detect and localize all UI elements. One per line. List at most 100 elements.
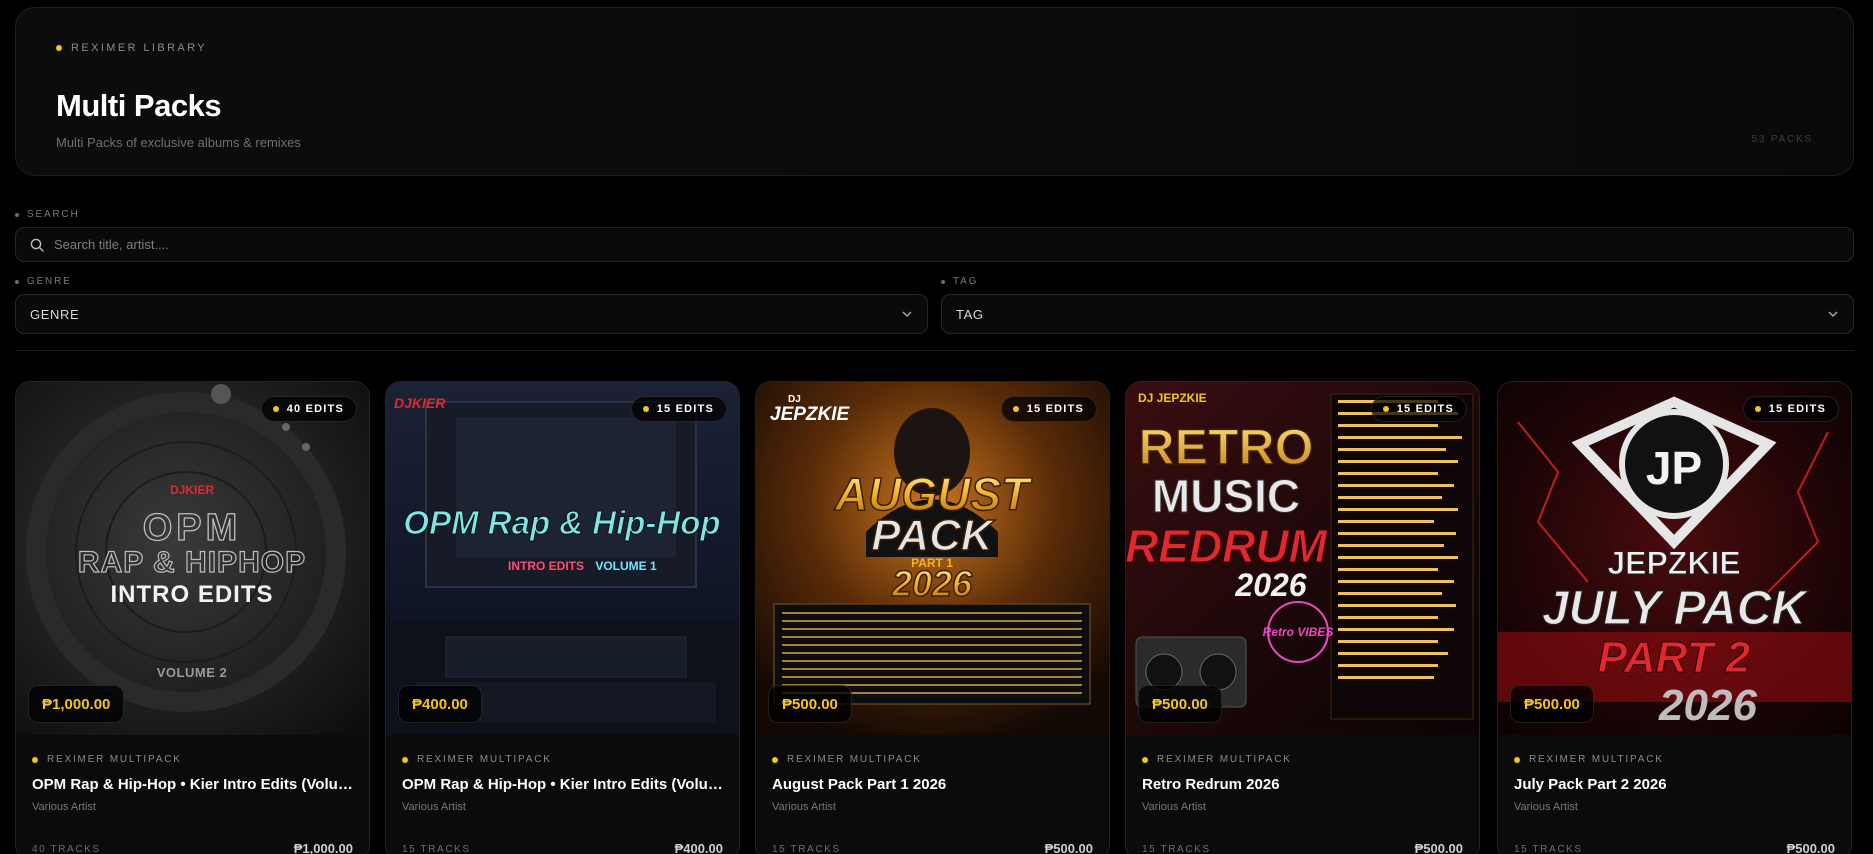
track-count: 15 TRACKS: [402, 844, 471, 854]
pack-cover-image: DJKIER OPM RAP & HIPHOP INTRO EDITS VOLU…: [16, 382, 369, 735]
pack-artist: Various Artist: [402, 801, 466, 813]
track-count: 40 TRACKS: [32, 844, 101, 854]
price-chip: ₱1,000.00: [28, 685, 125, 723]
track-count: 15 TRACKS: [1142, 844, 1211, 854]
card-eyebrow: REXIMER MULTIPACK: [32, 754, 182, 765]
page-header: REXIMER LIBRARY Multi Packs Multi Packs …: [15, 7, 1854, 176]
pack-artist: Various Artist: [772, 801, 836, 813]
genre-select-value: GENRE: [30, 306, 80, 322]
search-input[interactable]: [54, 237, 1853, 252]
edits-badge-label: 15 EDITS: [1396, 403, 1454, 415]
pack-title[interactable]: Retro Redrum 2026: [1142, 776, 1467, 793]
accent-dot-icon: [272, 406, 279, 412]
chevron-down-icon: [1828, 311, 1838, 317]
search-icon: [30, 238, 44, 252]
svg-text:2026: 2026: [1234, 567, 1306, 603]
genre-label-text: GENRE: [27, 276, 72, 287]
svg-text:JP: JP: [1646, 442, 1702, 494]
pack-title[interactable]: August Pack Part 1 2026: [772, 776, 1097, 793]
svg-text:INTRO EDITS: INTRO EDITS: [508, 559, 584, 573]
pack-artist: Various Artist: [1142, 801, 1206, 813]
edits-badge-label: 40 EDITS: [286, 403, 344, 415]
edits-badge: 15 EDITS: [630, 396, 727, 422]
svg-text:VOLUME 1: VOLUME 1: [595, 559, 657, 573]
pack-cover-image: DJKIER OPM Rap & Hip-Hop INTRO EDITS VOL…: [386, 382, 739, 735]
accent-dot-icon: [32, 756, 38, 763]
pack-card[interactable]: DJ JEPZKIE AUGUST PACK PART 1 2026 15 ED…: [755, 381, 1110, 854]
pack-card[interactable]: DJKIER OPM RAP & HIPHOP INTRO EDITS VOLU…: [15, 381, 370, 854]
card-eyebrow: REXIMER MULTIPACK: [402, 754, 552, 765]
svg-text:DJ JEPZKIE: DJ JEPZKIE: [1138, 391, 1207, 405]
page-title: Multi Packs: [56, 88, 222, 123]
svg-text:VOLUME 2: VOLUME 2: [157, 665, 227, 680]
tag-label-text: TAG: [953, 276, 979, 287]
section-divider: [15, 350, 1854, 351]
pack-card[interactable]: JP JEPZKIE JULY PACK PART 2 2026 15 EDIT…: [1497, 381, 1852, 854]
bullet-icon: [941, 279, 945, 284]
pack-artist: Various Artist: [32, 801, 96, 813]
svg-text:RAP & HIPHOP: RAP & HIPHOP: [78, 546, 306, 579]
accent-dot-icon: [772, 756, 778, 763]
price-chip: ₱400.00: [398, 685, 482, 723]
genre-select[interactable]: GENRE: [15, 294, 928, 334]
edits-badge: 15 EDITS: [1370, 396, 1467, 422]
accent-dot-icon: [1142, 756, 1148, 763]
card-eyebrow-label: REXIMER MULTIPACK: [787, 754, 922, 765]
svg-text:JULY PACK: JULY PACK: [1542, 582, 1809, 635]
price-chip: ₱500.00: [768, 685, 852, 723]
header-eyebrow: REXIMER LIBRARY: [56, 42, 207, 54]
svg-text:2026: 2026: [1658, 681, 1757, 730]
pack-price: ₱500.00: [1044, 841, 1093, 854]
price-chip: ₱500.00: [1138, 685, 1222, 723]
accent-dot-icon: [56, 45, 62, 51]
svg-text:2026: 2026: [891, 563, 973, 604]
accent-dot-icon: [1012, 406, 1019, 412]
bullet-icon: [15, 212, 19, 217]
svg-text:DJKIER: DJKIER: [170, 483, 214, 497]
svg-text:JEPZKIE: JEPZKIE: [770, 404, 851, 425]
tag-select-value: TAG: [956, 306, 984, 322]
card-eyebrow-label: REXIMER MULTIPACK: [1157, 754, 1292, 765]
accent-dot-icon: [642, 406, 649, 412]
svg-text:MUSIC: MUSIC: [1152, 470, 1300, 522]
edits-badge: 15 EDITS: [1000, 396, 1097, 422]
tag-label: TAG: [941, 276, 978, 287]
genre-label: GENRE: [15, 276, 72, 287]
svg-text:PART 2: PART 2: [1598, 633, 1751, 682]
pack-card[interactable]: DJKIER OPM Rap & Hip-Hop INTRO EDITS VOL…: [385, 381, 740, 854]
card-eyebrow: REXIMER MULTIPACK: [1142, 754, 1292, 765]
pack-count: 53 PACKS: [1751, 134, 1813, 145]
accent-dot-icon: [1754, 406, 1761, 412]
svg-text:OPM: OPM: [143, 507, 242, 549]
edits-badge-label: 15 EDITS: [656, 403, 714, 415]
pack-artist: Various Artist: [1514, 801, 1578, 813]
svg-text:PACK: PACK: [871, 511, 996, 560]
pack-cover-image: DJ JEPZKIE AUGUST PACK PART 1 2026: [756, 382, 1109, 735]
accent-dot-icon: [1382, 406, 1389, 412]
accent-dot-icon: [1514, 756, 1520, 763]
pack-price: ₱1,000.00: [293, 841, 353, 854]
card-eyebrow-label: REXIMER MULTIPACK: [417, 754, 552, 765]
tag-select[interactable]: TAG: [941, 294, 1854, 334]
svg-text:RETRO: RETRO: [1139, 419, 1314, 475]
search-field[interactable]: [15, 227, 1854, 262]
pack-title[interactable]: OPM Rap & Hip-Hop • Kier Intro Edits (Vo…: [402, 776, 727, 793]
page-subtitle: Multi Packs of exclusive albums & remixe…: [56, 135, 301, 150]
pack-title[interactable]: July Pack Part 2 2026: [1514, 776, 1839, 793]
svg-text:INTRO EDITS: INTRO EDITS: [110, 581, 273, 608]
search-label-text: SEARCH: [27, 209, 80, 220]
pack-card[interactable]: DJ JEPZKIE RETRO MUSIC REDRUM 2026 Retro…: [1125, 381, 1480, 854]
pack-title[interactable]: OPM Rap & Hip-Hop • Kier Intro Edits (Vo…: [32, 776, 357, 793]
edits-badge-label: 15 EDITS: [1768, 403, 1826, 415]
svg-text:DJKIER: DJKIER: [394, 395, 446, 411]
bullet-icon: [15, 279, 19, 284]
track-count: 15 TRACKS: [1514, 844, 1583, 854]
svg-text:Retro VIBES: Retro VIBES: [1263, 625, 1334, 639]
accent-dot-icon: [402, 756, 408, 763]
chevron-down-icon: [902, 311, 912, 317]
header-eyebrow-label: REXIMER LIBRARY: [71, 42, 208, 54]
card-eyebrow: REXIMER MULTIPACK: [772, 754, 922, 765]
track-count: 15 TRACKS: [772, 844, 841, 854]
pack-cover-image: DJ JEPZKIE RETRO MUSIC REDRUM 2026 Retro…: [1126, 382, 1479, 735]
svg-text:OPM Rap & Hip-Hop: OPM Rap & Hip-Hop: [403, 504, 720, 541]
